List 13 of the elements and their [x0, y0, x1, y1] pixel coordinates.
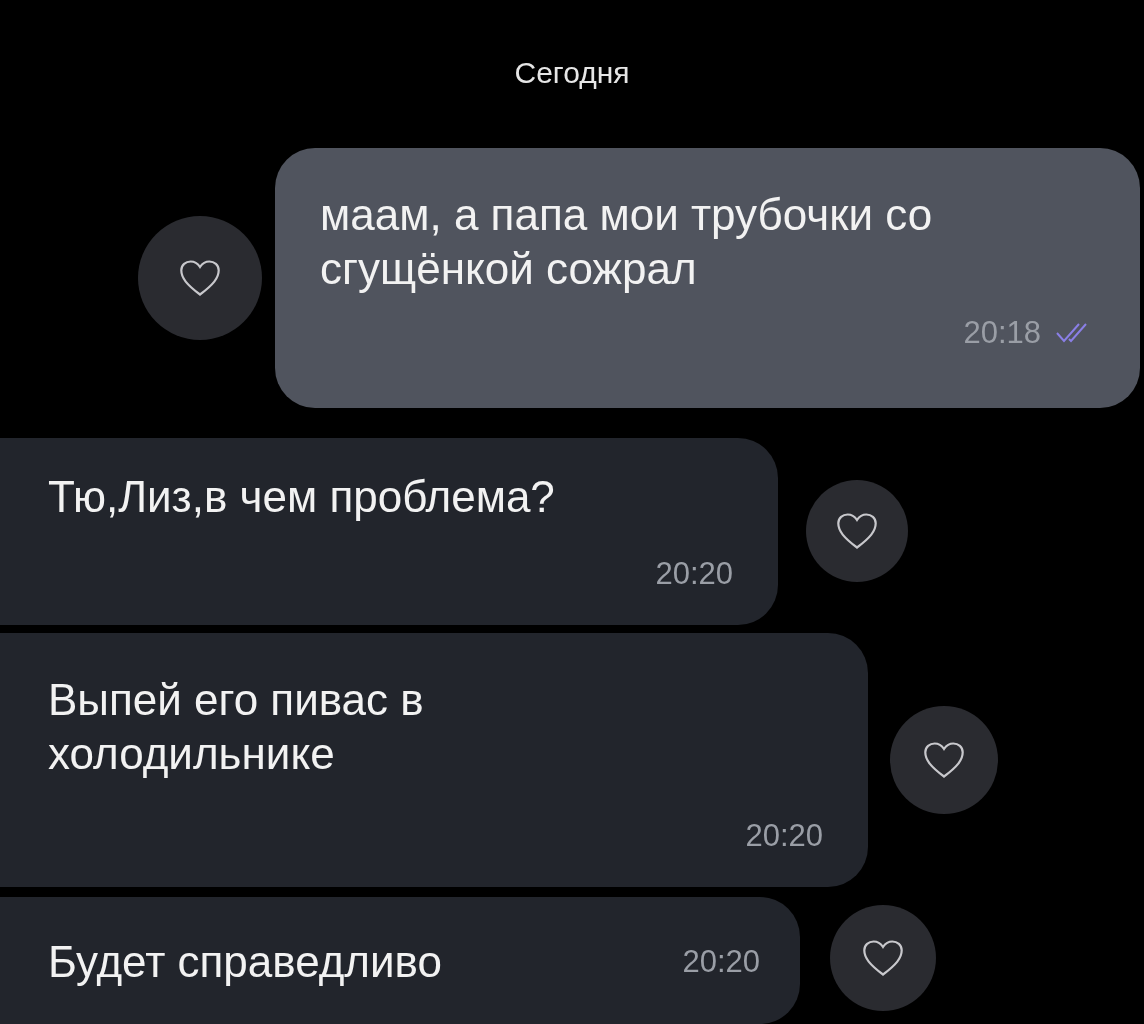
heart-icon	[835, 511, 879, 552]
message-text: Выпей его пивас в холодильнике	[48, 674, 425, 781]
message-text: Тю,Лиз,в чем проблема?	[48, 470, 556, 523]
heart-icon	[922, 740, 966, 781]
heart-icon	[861, 938, 905, 979]
message-text: маам, а папа мои трубочки со сгущёнкой сожрал	[320, 188, 934, 295]
message-time: 20:20	[682, 942, 760, 981]
message-text: Будет справедливо	[48, 936, 442, 989]
heart-icon	[178, 257, 222, 298]
message-time: 20:20	[745, 816, 823, 855]
date-separator: Сегодня	[514, 55, 630, 91]
message-time: 20:18	[963, 313, 1041, 352]
message-time: 20:20	[655, 554, 733, 593]
